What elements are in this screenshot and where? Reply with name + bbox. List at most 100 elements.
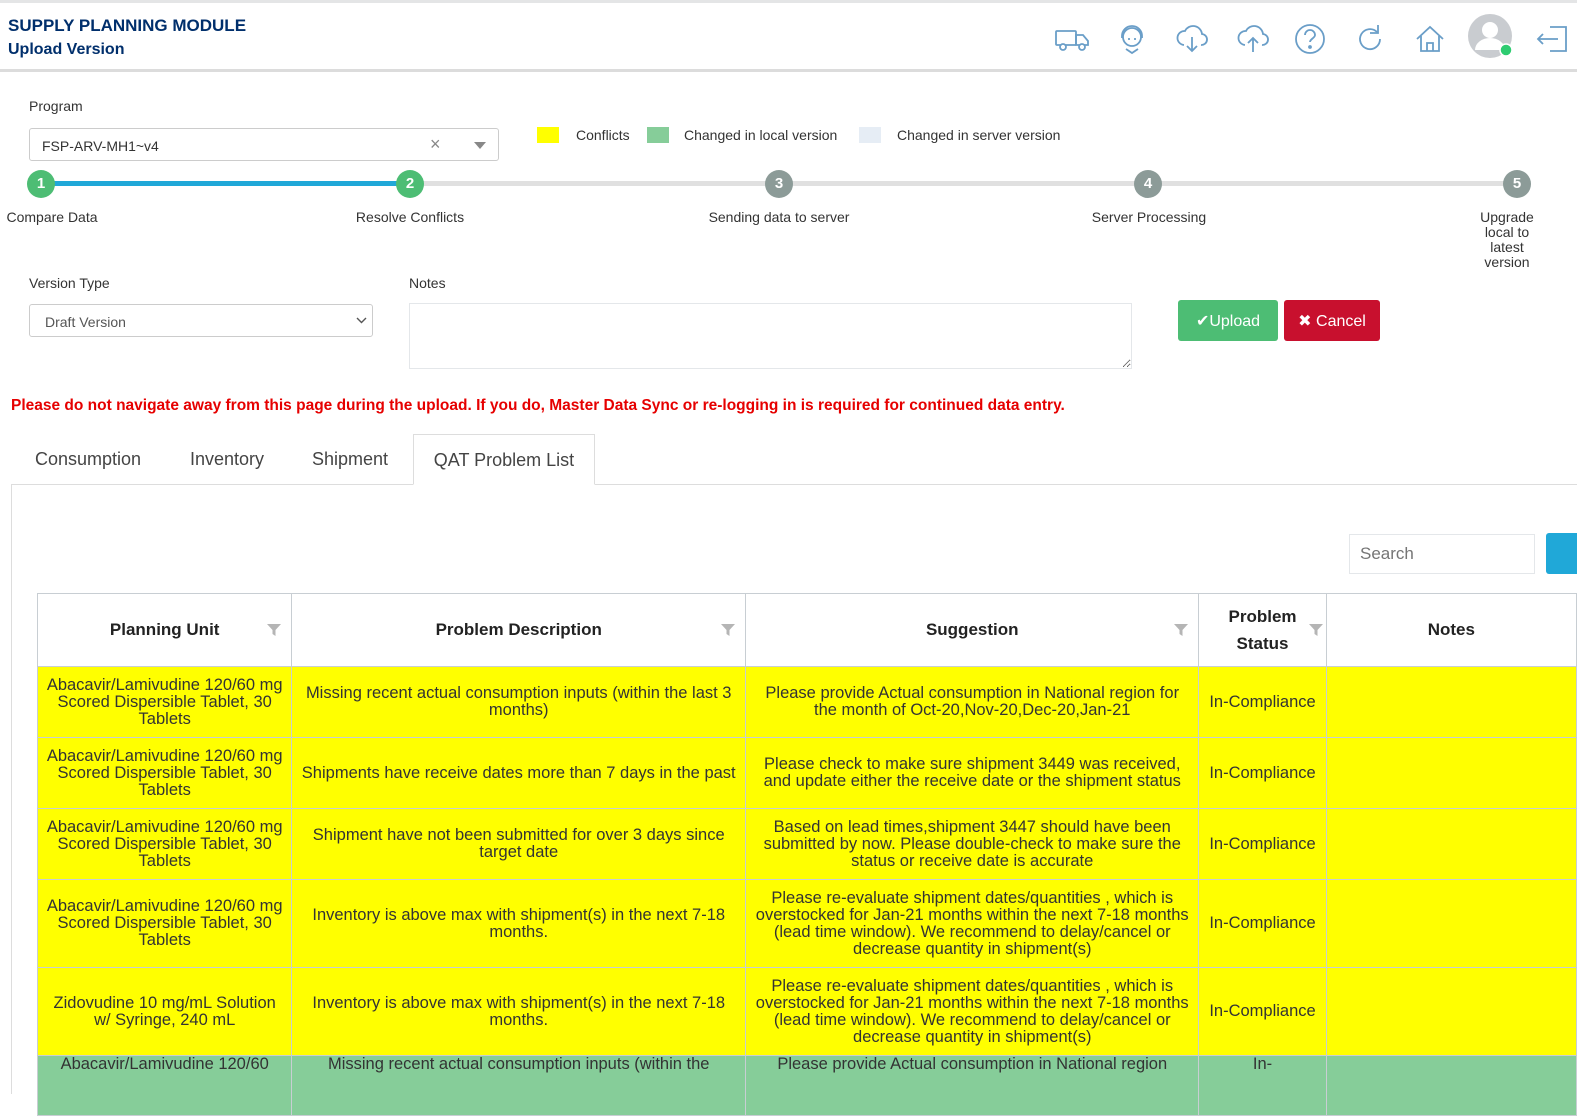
cell-problem-status: In-Compliance [1198,808,1327,880]
page-title: Upload Version [8,41,125,58]
cell-planning-unit: Abacavir/Lamivudine 120/60 mg Scored Dis… [36,879,293,968]
cell-suggestion: Please re-evaluate shipment dates/quanti… [745,879,1200,968]
tab-qat-problem-list[interactable]: QAT Problem List [413,434,595,485]
cell-suggestion: Please provide Actual consumption in Nat… [745,666,1200,738]
table-header-row: Planning Unit Problem Description Sugges… [36,593,1577,667]
chevron-down-icon[interactable] [356,317,367,324]
cell-problem-description: Inventory is above max with shipment(s) … [291,967,747,1056]
table-row[interactable]: Abacavir/Lamivudine 120/60 Missing recent… [36,1055,1577,1116]
chevron-down-icon[interactable] [474,142,486,150]
search-input[interactable] [1349,534,1535,574]
stepper-track-idle [410,181,1517,186]
version-type-label: Version Type [29,275,110,291]
step-5-dot: 5 [1503,170,1531,198]
cell-problem-status: In-Compliance [1198,666,1327,738]
upload-warning: Please do not navigate away from this pa… [11,397,1065,414]
app-header: SUPPLY PLANNING MODULE Upload Version [0,3,1577,72]
cell-problem-description: Inventory is above max with shipment(s) … [291,879,747,968]
column-header-label: Problem Description [435,620,602,639]
problem-list-table: Planning Unit Problem Description Sugges… [36,593,1577,1116]
cell-notes [1325,666,1577,738]
truck-icon[interactable] [1052,19,1092,59]
table-row[interactable]: Abacavir/Lamivudine 120/60 mg Scored Dis… [36,879,1577,968]
legend-label-conflicts: Conflicts [576,127,630,143]
step-3-dot: 3 [765,170,793,198]
stepper-track-active [41,181,410,186]
search-button[interactable] [1546,533,1577,574]
tab-shipment[interactable]: Shipment [296,434,404,485]
step-4-dot: 4 [1134,170,1162,198]
step-4-label: Server Processing [1091,209,1207,225]
table-row[interactable]: Abacavir/Lamivudine 120/60 mg Scored Dis… [36,808,1577,880]
cell-suggestion: Please check to make sure shipment 3449 … [745,737,1200,809]
cell-planning-unit: Abacavir/Lamivudine 120/60 mg Scored Dis… [36,737,293,809]
program-value: FSP-ARV-MH1~v4 [42,138,159,154]
clear-icon[interactable]: × [430,134,441,155]
select-divider [454,135,455,155]
logout-icon[interactable] [1532,19,1572,59]
filter-icon[interactable] [1308,622,1324,638]
program-select[interactable]: FSP-ARV-MH1~v4 × [29,128,499,161]
cell-problem-status: In-Compliance [1198,879,1327,968]
column-header-planning-unit[interactable]: Planning Unit [36,593,293,667]
notes-label: Notes [409,275,446,291]
support-agent-icon[interactable] [1112,19,1152,59]
filter-icon[interactable] [720,622,736,638]
column-header-label: Planning Unit [109,620,220,639]
step-2-dot: 2 [396,170,424,198]
cell-suggestion: Please re-evaluate shipment dates/quanti… [745,967,1200,1056]
cell-planning-unit: Zidovudine 10 mg/mL Solution w/ Syringe,… [36,967,293,1056]
cell-notes [1325,879,1577,968]
cell-problem-status: In- [1198,1055,1327,1116]
cloud-download-icon[interactable] [1172,19,1212,59]
cell-problem-status: In-Compliance [1198,737,1327,809]
column-header-problem-description[interactable]: Problem Description [291,593,747,667]
cell-problem-description: Shipments have receive dates more than 7… [291,737,747,809]
cell-notes [1325,808,1577,880]
column-header-problem-status[interactable]: Problem Status [1198,593,1327,667]
step-1-dot: 1 [27,170,55,198]
step-1-label: Compare Data [6,209,98,225]
table-row[interactable]: Abacavir/Lamivudine 120/60 mg Scored Dis… [36,666,1577,738]
step-2-label: Resolve Conflicts [355,209,465,225]
home-icon[interactable] [1410,19,1450,59]
table-row[interactable]: Abacavir/Lamivudine 120/60 mg Scored Dis… [36,737,1577,809]
legend-swatch-conflicts [537,127,559,143]
legend-label-local: Changed in local version [684,127,838,143]
filter-icon[interactable] [266,622,282,638]
cancel-button[interactable]: ✖ Cancel [1284,300,1380,341]
notes-textarea[interactable] [409,303,1132,369]
cell-planning-unit: Abacavir/Lamivudine 120/60 mg Scored Dis… [36,808,293,880]
cell-problem-status: In-Compliance [1198,967,1327,1056]
upload-button[interactable]: ✔Upload [1178,300,1278,341]
column-header-label: Notes [1427,620,1475,639]
cell-planning-unit: Abacavir/Lamivudine 120/60 mg Scored Dis… [36,666,293,738]
tab-inventory[interactable]: Inventory [170,434,284,485]
cell-notes [1325,1055,1577,1116]
cell-suggestion: Please provide Actual consumption in Nat… [745,1055,1200,1116]
legend-swatch-local [647,127,669,143]
cell-problem-description: Missing recent actual consumption inputs… [291,666,747,738]
table-row[interactable]: Zidovudine 10 mg/mL Solution w/ Syringe,… [36,967,1577,1056]
column-header-suggestion[interactable]: Suggestion [745,593,1200,667]
legend-label-server: Changed in server version [897,127,1061,143]
cell-suggestion: Based on lead times,shipment 3447 should… [745,808,1200,880]
tab-consumption[interactable]: Consumption [20,434,156,485]
step-5-label: Upgrade local to latest version [1480,209,1534,270]
version-type-value: Draft Version [45,314,126,330]
cell-problem-description: Shipment have not been submitted for ove… [291,808,747,880]
filter-icon[interactable] [1173,622,1189,638]
cell-notes [1325,737,1577,809]
cell-notes [1325,967,1577,1056]
cloud-upload-icon[interactable] [1233,19,1273,59]
help-icon[interactable] [1290,19,1330,59]
column-header-notes[interactable]: Notes [1325,593,1577,667]
refresh-icon[interactable] [1350,19,1390,59]
legend-swatch-server [859,127,881,143]
module-title: SUPPLY PLANNING MODULE [8,16,247,35]
step-3-label: Sending data to server [708,209,850,225]
column-header-label: Problem Status [1228,607,1297,653]
version-type-select[interactable]: Draft Version [29,304,373,337]
user-avatar-icon[interactable] [1466,12,1514,60]
column-header-label: Suggestion [925,620,1019,639]
